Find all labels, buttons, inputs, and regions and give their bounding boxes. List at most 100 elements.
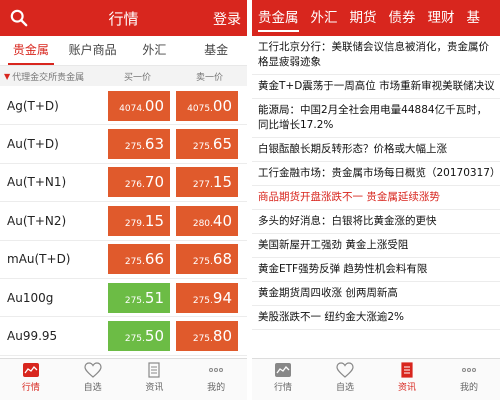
- news-tab-wealth[interactable]: 理财: [422, 0, 461, 36]
- instrument-name: Au(T+D): [7, 137, 59, 152]
- nav-me[interactable]: 我的: [185, 359, 247, 400]
- sell-price-box[interactable]: 275.94: [176, 282, 238, 313]
- sell-price-dec: 68: [212, 250, 232, 269]
- quote-row[interactable]: Au(T+N2) 279.15 280.40: [0, 202, 247, 241]
- bottom-nav: 行情 自选 资讯 我的: [0, 358, 247, 400]
- nav-label: 行情: [21, 383, 40, 393]
- news-item[interactable]: 美国新屋开工强劲 黄金上涨受阻: [252, 234, 500, 258]
- buy-price-int: 275.: [124, 142, 145, 153]
- news-screen: 贵金属 外汇 期货 债券 理财 基 工行北京分行：美联储会议信息被消化，贵金属价…: [252, 0, 500, 400]
- tab-forex[interactable]: 外汇: [124, 36, 186, 65]
- nav-me[interactable]: 我的: [438, 359, 500, 400]
- sell-price-int: 275.: [192, 295, 213, 306]
- buy-price-int: 275.: [124, 334, 145, 345]
- nav-news[interactable]: 资讯: [124, 359, 186, 400]
- sell-price-int: 4075.: [187, 103, 213, 114]
- news-item[interactable]: 白银酝酿长期反转形态？价格或大幅上涨: [252, 138, 500, 162]
- buy-price-box[interactable]: 275.51: [108, 282, 170, 313]
- collapse-triangle-icon[interactable]: ▼: [4, 72, 10, 81]
- news-category-tabs: 贵金属 外汇 期货 债券 理财 基: [252, 0, 500, 36]
- buy-price-int: 275.: [124, 257, 145, 268]
- instrument-name: Au99.95: [7, 329, 58, 344]
- sell-price-dec: 00: [212, 96, 232, 115]
- news-item[interactable]: 黄金T+D震荡于一周高位 市场重新审视美联储决议: [252, 75, 500, 99]
- news-item[interactable]: 黄金期货周四收涨 创两周新高: [252, 282, 500, 306]
- buy-price-dec: 66: [144, 250, 164, 269]
- quote-row[interactable]: Ag(T+D) 4074.00 4075.00: [0, 87, 247, 126]
- instrument-name: mAu(T+D): [7, 252, 71, 267]
- market-group-label[interactable]: 代理金交所贵金属: [12, 70, 84, 83]
- sell-price-box[interactable]: 275.80: [176, 321, 238, 352]
- buy-price-box[interactable]: 275.66: [108, 244, 170, 275]
- nav-label: 我的: [207, 383, 226, 393]
- tab-fund[interactable]: 基金: [185, 36, 247, 65]
- nav-label: 我的: [459, 383, 478, 393]
- nav-watchlist[interactable]: 自选: [314, 359, 376, 400]
- nav-market[interactable]: 行情: [252, 359, 314, 400]
- nav-watchlist[interactable]: 自选: [62, 359, 124, 400]
- search-icon[interactable]: [10, 9, 28, 27]
- sell-price-box[interactable]: 4075.00: [176, 90, 238, 121]
- tab-precious-metals[interactable]: 贵金属: [0, 36, 62, 65]
- news-item[interactable]: 工行北京分行：美联储会议信息被消化，贵金属价格显疲弱迹象: [252, 36, 500, 75]
- news-tab-futures[interactable]: 期货: [344, 0, 383, 36]
- quote-list: Ag(T+D) 4074.00 4075.00 Au(T+D) 275.63 2…: [0, 87, 247, 356]
- news-item[interactable]: 美股涨跌不一 纽约金大涨逾2%: [252, 306, 500, 330]
- nav-label: 行情: [273, 383, 292, 393]
- buy-price-box[interactable]: 4074.00: [108, 90, 170, 121]
- news-item[interactable]: 黄金ETF强势反弹 趋势性机会料有限: [252, 258, 500, 282]
- login-button[interactable]: 登录: [213, 9, 241, 29]
- sell-price-box[interactable]: 275.65: [176, 129, 238, 160]
- buy-price-int: 276.: [124, 180, 145, 191]
- heart-icon: [314, 362, 376, 378]
- category-tabs: 贵金属 账户商品 外汇 基金: [0, 36, 247, 66]
- sell-price-box[interactable]: 275.68: [176, 244, 238, 275]
- sell-price-int: 275.: [192, 334, 213, 345]
- buy-price-int: 275.: [124, 295, 145, 306]
- buy-price-int: 4074.: [119, 103, 145, 114]
- instrument-name: Au100g: [7, 290, 54, 305]
- sell-price-dec: 94: [212, 288, 232, 307]
- news-tab-fund[interactable]: 基: [461, 0, 487, 36]
- news-tab-precious-metals[interactable]: 贵金属: [252, 0, 305, 36]
- sell-price-box[interactable]: 277.15: [176, 167, 238, 198]
- market-icon: [252, 362, 314, 378]
- sell-price-int: 277.: [192, 180, 213, 191]
- more-dots-icon: [185, 362, 247, 378]
- news-item[interactable]: 多头的好消息：白银将比黄金涨的更快: [252, 210, 500, 234]
- quote-row[interactable]: mAu(T+D) 275.66 275.68: [0, 241, 247, 279]
- sell-price-box[interactable]: 280.40: [176, 205, 238, 236]
- quote-row[interactable]: Au100g 275.51 275.94: [0, 279, 247, 318]
- nav-label: 资讯: [397, 383, 416, 393]
- instrument-name: Au(T+N1): [7, 175, 67, 190]
- quote-row[interactable]: Au99.95 275.50 275.80: [0, 317, 247, 356]
- sell-price-dec: 15: [212, 173, 232, 192]
- tab-account-products[interactable]: 账户商品: [62, 36, 124, 65]
- nav-market[interactable]: 行情: [0, 359, 62, 400]
- quote-row[interactable]: Au(T+D) 275.63 275.65: [0, 125, 247, 164]
- quote-row[interactable]: Au(T+N1) 276.70 277.15: [0, 164, 247, 203]
- sell-price-int: 275.: [192, 257, 213, 268]
- nav-news[interactable]: 资讯: [376, 359, 438, 400]
- buy-price-box[interactable]: 279.15: [108, 205, 170, 236]
- news-tab-forex[interactable]: 外汇: [305, 0, 344, 36]
- news-item[interactable]: 工行金融市场：贵金属市场每日概览（20170317）: [252, 162, 500, 186]
- nav-label: 自选: [335, 383, 354, 393]
- news-item[interactable]: 能源局：中国2月全社会用电量44884亿千瓦时，同比增长17.2%: [252, 99, 500, 138]
- column-header: ▼ 代理金交所贵金属 买一价 卖一价: [0, 66, 247, 86]
- buy-price-dec: 63: [144, 135, 164, 154]
- buy-price-dec: 51: [144, 288, 164, 307]
- buy-price-box[interactable]: 275.50: [108, 321, 170, 352]
- instrument-name: Ag(T+D): [7, 98, 59, 113]
- news-item[interactable]: 商品期货开盘涨跌不一 贵金属延续涨势: [252, 186, 500, 210]
- market-icon: [0, 362, 62, 378]
- sell-price-dec: 80: [212, 327, 232, 346]
- nav-label: 资讯: [145, 383, 164, 393]
- news-list: 工行北京分行：美联储会议信息被消化，贵金属价格显疲弱迹象 黄金T+D震荡于一周高位…: [252, 36, 500, 330]
- heart-icon: [62, 362, 124, 378]
- buy-price-box[interactable]: 275.63: [108, 129, 170, 160]
- buy-price-dec: 15: [144, 211, 164, 230]
- buy-price-box[interactable]: 276.70: [108, 167, 170, 198]
- document-icon: [376, 362, 438, 378]
- news-tab-bonds[interactable]: 债券: [383, 0, 422, 36]
